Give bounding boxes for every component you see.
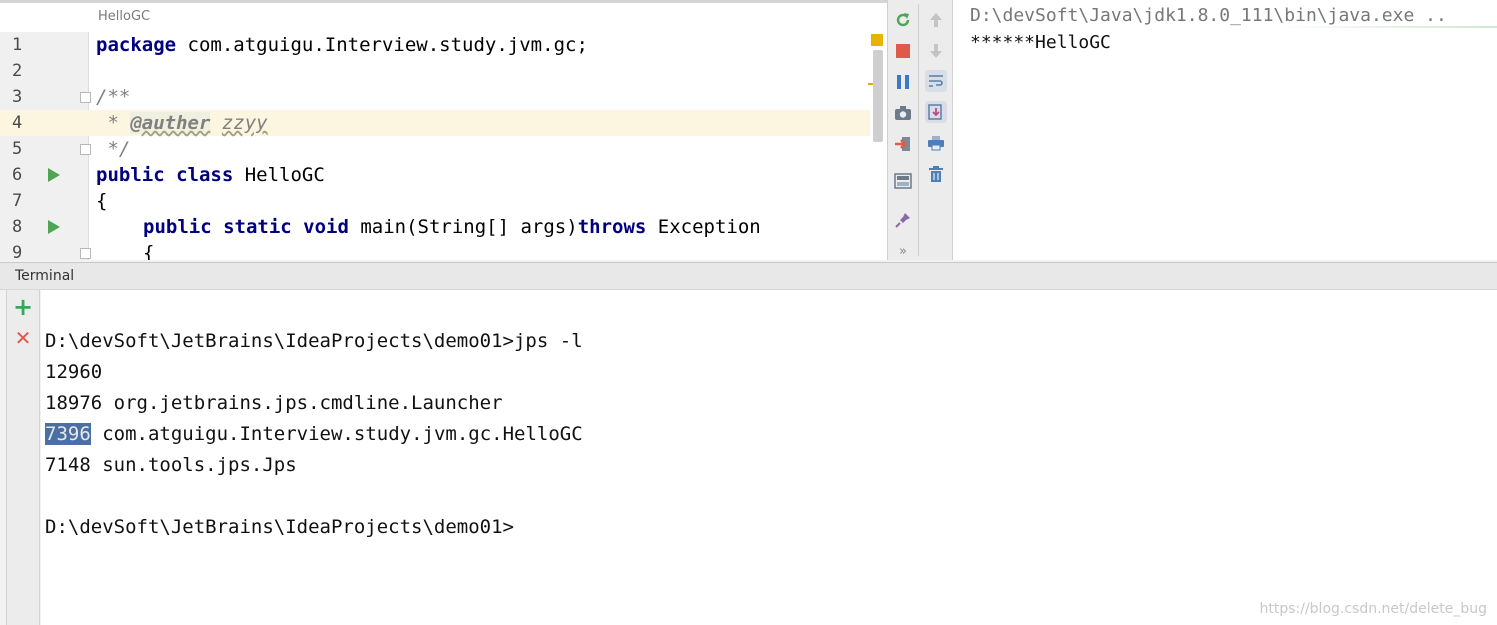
run-output-text: ******HelloGC xyxy=(970,32,1111,53)
code-line[interactable]: 6 public class HelloGC xyxy=(0,162,870,188)
exit-button[interactable] xyxy=(892,133,914,155)
rerun-icon xyxy=(896,13,910,27)
line-number: 1 xyxy=(12,35,23,55)
terminal-output[interactable]: D:\devSoft\JetBrains\IdeaProjects\demo01… xyxy=(41,290,1497,625)
code-line[interactable]: 1 package com.atguigu.Interview.study.jv… xyxy=(0,32,870,58)
trash-icon xyxy=(929,166,943,182)
arrow-down-icon xyxy=(930,44,942,58)
terminal-prompt[interactable]: D:\devSoft\JetBrains\IdeaProjects\demo01… xyxy=(45,514,514,540)
run-toolbar: » xyxy=(887,0,953,260)
code-text: package com.atguigu.Interview.study.jvm.… xyxy=(96,34,588,56)
toolbar-divider xyxy=(918,4,919,256)
scroll-up-button[interactable] xyxy=(925,9,947,31)
line-number: 4 xyxy=(12,113,23,133)
run-command-line: D:\devSoft\Java\jdk1.8.0_111\bin\java.ex… xyxy=(970,5,1447,26)
camera-icon xyxy=(895,106,911,120)
terminal-line: 7148 sun.tools.jps.Jps xyxy=(45,454,297,476)
pin-icon xyxy=(895,213,910,228)
terminal-side-toolbar: + ✕ xyxy=(6,290,40,625)
selected-pid[interactable]: 7396 xyxy=(45,423,91,445)
clear-all-button[interactable] xyxy=(925,163,947,185)
terminal-line: 7396 com.atguigu.Interview.study.jvm.gc.… xyxy=(45,423,583,445)
warning-marker-icon[interactable] xyxy=(871,34,883,46)
soft-wrap-icon xyxy=(929,75,943,87)
run-gutter-icon[interactable] xyxy=(48,168,60,182)
terminal-title: Terminal xyxy=(15,268,75,284)
terminal-line: D:\devSoft\JetBrains\IdeaProjects\demo01… xyxy=(45,330,583,352)
code-text: { xyxy=(143,242,155,260)
code-text: * @auther zzyy xyxy=(96,112,268,134)
dump-threads-button[interactable] xyxy=(892,102,914,124)
code-text: public class HelloGC xyxy=(96,164,325,186)
code-text: { xyxy=(96,190,108,212)
rerun-button[interactable] xyxy=(892,9,914,31)
code-line[interactable]: 8 public static void main(String[] args)… xyxy=(0,214,870,240)
code-text: public static void main(String[] args)th… xyxy=(143,216,761,238)
arrow-up-icon xyxy=(930,13,942,27)
code-editor[interactable]: HelloGC 1 package com.atguigu.Interview.… xyxy=(0,0,887,260)
stop-button[interactable] xyxy=(892,40,914,62)
watermark: https://blog.csdn.net/delete_bug xyxy=(1259,601,1487,617)
fold-marker-icon[interactable] xyxy=(80,92,91,103)
more-actions-icon[interactable]: » xyxy=(892,240,914,262)
code-line-current[interactable]: 4 * @auther zzyy xyxy=(0,110,870,136)
stop-icon xyxy=(896,44,910,58)
line-number: 6 xyxy=(12,165,23,185)
line-number: 8 xyxy=(12,217,23,237)
code-line[interactable]: 2 xyxy=(0,58,870,84)
line-number: 3 xyxy=(12,87,23,107)
layout-button[interactable] xyxy=(892,170,914,192)
editor-tab-bar: HelloGC xyxy=(0,0,887,32)
layout-icon xyxy=(894,173,912,189)
plus-icon: + xyxy=(12,293,34,321)
run-gutter-icon[interactable] xyxy=(48,220,60,234)
code-line[interactable]: 3 /** xyxy=(0,84,870,110)
terminal-line: 18976 org.jetbrains.jps.cmdline.Launcher xyxy=(45,392,503,414)
scroll-to-end-button[interactable] xyxy=(925,101,947,123)
editor-scrollbar[interactable] xyxy=(873,50,883,142)
fold-marker-icon[interactable] xyxy=(80,144,91,155)
pin-button[interactable] xyxy=(892,209,914,231)
new-session-button[interactable]: + xyxy=(12,293,34,321)
line-number: 9 xyxy=(12,243,23,260)
close-session-button[interactable]: ✕ xyxy=(12,326,34,350)
terminal-line: 12960 xyxy=(45,361,103,383)
pause-icon xyxy=(897,75,909,89)
code-text: /** xyxy=(96,86,131,108)
soft-wrap-button[interactable] xyxy=(925,70,947,92)
code-text: */ xyxy=(96,138,131,160)
code-line[interactable]: 7 { xyxy=(0,188,870,214)
pause-button[interactable] xyxy=(892,71,914,93)
scroll-down-button[interactable] xyxy=(925,40,947,62)
exit-icon xyxy=(895,137,910,151)
line-number: 2 xyxy=(12,61,23,81)
fold-marker-icon[interactable] xyxy=(80,248,91,259)
print-button[interactable] xyxy=(925,132,947,154)
line-number: 7 xyxy=(12,191,23,211)
close-icon: ✕ xyxy=(14,326,32,350)
terminal-header: Terminal xyxy=(0,262,1497,290)
run-console[interactable]: D:\devSoft\Java\jdk1.8.0_111\bin\java.ex… xyxy=(953,0,1497,260)
line-number: 5 xyxy=(12,139,23,159)
editor-tab-title[interactable]: HelloGC xyxy=(98,9,150,24)
console-accent-line xyxy=(953,26,1497,28)
code-line[interactable]: 9 { xyxy=(0,240,870,260)
code-line[interactable]: 5 */ xyxy=(0,136,870,162)
print-icon xyxy=(928,136,944,151)
scroll-to-end-icon xyxy=(928,104,942,120)
